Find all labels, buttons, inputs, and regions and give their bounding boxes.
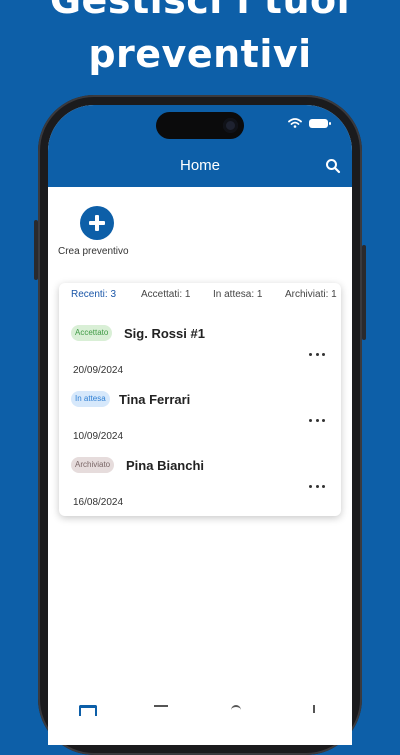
quote-list-item[interactable]: Archiviato Pina Bianchi 16/08/2024	[71, 457, 331, 517]
more-options-icon[interactable]	[309, 351, 325, 357]
tab-recenti[interactable]: Recenti: 3	[71, 289, 116, 300]
app-bar: Home	[48, 105, 352, 187]
quote-date: 20/09/2024	[73, 365, 124, 376]
quotes-card: Recenti: 3 Accettati: 1 In attesa: 1 Arc…	[59, 283, 341, 516]
profile-icon[interactable]	[231, 705, 241, 715]
tab-archiviati[interactable]: Archiviati: 1	[285, 289, 337, 300]
quote-date: 10/09/2024	[73, 431, 124, 442]
status-badge: Archiviato	[71, 457, 115, 473]
quote-title: Pina Bianchi	[126, 458, 205, 473]
page-title: Home	[179, 157, 220, 174]
phone-side-button	[34, 220, 38, 280]
status-bar	[288, 118, 331, 128]
list-icon[interactable]	[154, 705, 168, 715]
quote-title: Tina Ferrari	[119, 392, 191, 407]
search-button[interactable]	[324, 157, 342, 175]
quote-list-item[interactable]: In attesa Tina Ferrari 10/09/2024	[71, 391, 331, 451]
phone-power-button	[362, 245, 366, 340]
quote-tabs: Recenti: 3 Accettati: 1 In attesa: 1 Arc…	[59, 289, 341, 311]
quote-list-item[interactable]: Accettato Sig. Rossi #1 20/09/2024	[71, 325, 331, 385]
create-quote-button[interactable]	[80, 206, 114, 240]
more-options-icon[interactable]	[309, 417, 325, 423]
status-badge: In attesa	[71, 391, 110, 407]
promo-headline-line2: preventivi	[88, 32, 312, 76]
quote-date: 16/08/2024	[73, 497, 124, 508]
camera-icon	[223, 118, 238, 133]
more-options-icon[interactable]	[309, 483, 325, 489]
bottom-navigation	[48, 705, 352, 745]
battery-icon	[309, 118, 331, 128]
wifi-icon	[288, 118, 302, 128]
dynamic-island	[156, 112, 244, 139]
create-quote-label[interactable]: Crea preventivo	[58, 246, 129, 257]
tab-in-attesa[interactable]: In attesa: 1	[213, 289, 262, 300]
phone-screen: Home Crea preventivo Recenti: 3 Accettat…	[48, 105, 352, 745]
settings-icon[interactable]	[313, 705, 315, 713]
search-icon	[326, 159, 341, 174]
status-badge: Accettato	[71, 325, 113, 341]
quote-title: Sig. Rossi #1	[124, 326, 205, 341]
promo-headline-line1: Gestisci i tuoi	[49, 0, 351, 22]
tab-accettati[interactable]: Accettati: 1	[141, 289, 190, 300]
